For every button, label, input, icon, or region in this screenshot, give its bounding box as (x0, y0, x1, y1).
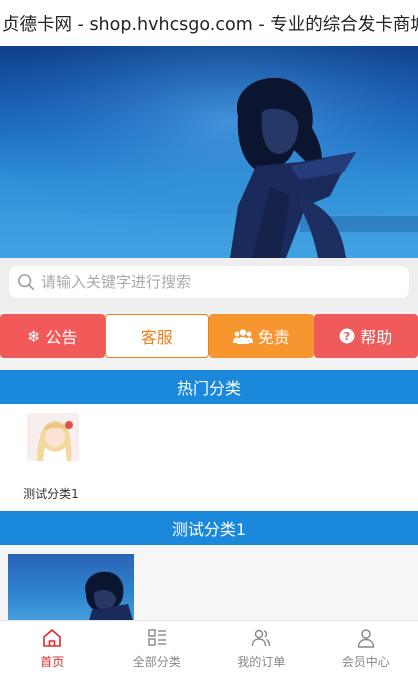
nav-home[interactable]: 首页 (0, 621, 105, 674)
hot-category-header: 热门分类 (0, 370, 418, 404)
banner-illustration (0, 46, 418, 258)
search-area (0, 258, 418, 312)
category-label: 测试分类1 (23, 487, 79, 501)
grid-list-icon (148, 629, 166, 646)
help-button[interactable]: ? 帮助 (313, 314, 418, 358)
nav-member-center-label: 会员中心 (341, 655, 390, 669)
banner-image[interactable] (0, 46, 418, 258)
test-category-header: 测试分类1 (0, 511, 418, 545)
nav-my-orders[interactable]: 我的订单 (209, 621, 314, 674)
users-icon (252, 629, 271, 647)
page-title: 贞德卡网 - shop.hvhcsgo.com - 专业的综合发卡商城 (0, 0, 418, 46)
hot-category-title: 热门分类 (176, 379, 241, 398)
svg-text:?: ? (344, 330, 350, 343)
users-icon (232, 329, 253, 344)
category-thumbnail (27, 413, 79, 461)
search-input[interactable] (41, 273, 409, 291)
nav-all-categories[interactable]: 全部分类 (105, 621, 210, 674)
search-icon (18, 274, 35, 291)
product-list (0, 545, 418, 625)
disclaimer-label: 免责 (257, 328, 290, 347)
disclaimer-button[interactable]: 免责 (209, 314, 314, 358)
nav-member-center[interactable]: 会员中心 (314, 621, 418, 674)
announcement-button[interactable]: ❄ 公告 (0, 314, 105, 358)
action-row: ❄ 公告 客服 免责 ? 帮助 (0, 314, 418, 358)
page-title-text: 贞德卡网 - shop.hvhcsgo.com - 专业的综合发卡商城 (2, 14, 418, 35)
customer-service-button[interactable]: 客服 (104, 314, 209, 358)
search-box[interactable] (9, 266, 409, 298)
customer-service-label: 客服 (140, 328, 173, 347)
test-category-title: 测试分类1 (171, 520, 247, 539)
product-thumbnail[interactable] (8, 554, 134, 624)
nav-my-orders-label: 我的订单 (237, 655, 286, 669)
help-label: 帮助 (360, 328, 393, 347)
hot-category-list: 测试分类1 (0, 404, 418, 515)
question-circle-icon: ? (339, 328, 355, 344)
user-icon (357, 629, 374, 648)
category-item[interactable]: 测试分类1 (18, 413, 88, 502)
home-icon (43, 629, 62, 647)
nav-home-label: 首页 (40, 655, 65, 669)
announcement-label: 公告 (45, 328, 78, 347)
nav-all-categories-label: 全部分类 (132, 655, 181, 669)
snowflake-icon: ❄ (27, 326, 41, 346)
bottom-nav: 首页 全部分类 我的订单 会员中心 (0, 620, 418, 674)
page: 贞德卡网 - shop.hvhcsgo.com - 专业的综合发卡商城 请输入关… (0, 0, 418, 674)
